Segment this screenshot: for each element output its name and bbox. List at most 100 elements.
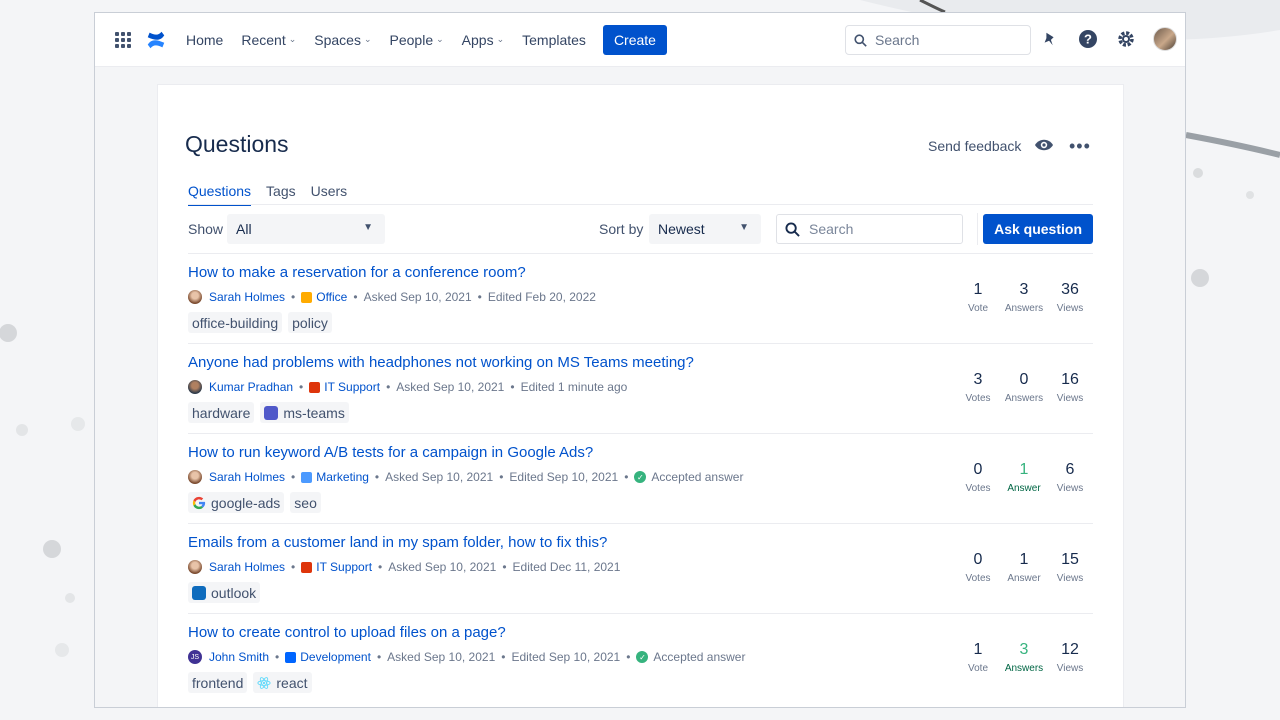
question-meta: Sarah Holmes • Office • Asked Sep 10, 20… — [188, 290, 596, 304]
nav-home[interactable]: Home — [186, 32, 223, 48]
help-icon[interactable]: ? — [1077, 28, 1099, 50]
votes-stat: 3 Votes — [955, 371, 1001, 404]
tab-bar: Questions Tags Users — [188, 183, 347, 206]
google-icon — [192, 496, 206, 509]
tag[interactable]: seo — [290, 492, 321, 513]
question-title-link[interactable]: Emails from a customer land in my spam f… — [188, 534, 607, 551]
space-link[interactable]: Office — [301, 290, 347, 304]
votes-label: Votes — [965, 393, 991, 404]
space-link-label: Office — [316, 290, 348, 304]
nav-people[interactable]: People ⌄ — [390, 32, 444, 48]
answers-label: Answers — [1004, 663, 1044, 674]
nav-templates[interactable]: Templates — [522, 32, 586, 48]
asked-date: Asked Sep 10, 2021 — [387, 650, 496, 664]
questions-list: How to make a reservation for a conferen… — [188, 253, 1093, 703]
question-title-link[interactable]: How to make a reservation for a conferen… — [188, 264, 526, 281]
sort-label: Sort by — [599, 221, 644, 237]
answers-label: Answer — [1007, 573, 1041, 584]
confluence-logo-icon[interactable] — [145, 29, 167, 51]
views-label: Views — [1056, 573, 1084, 584]
space-link-label: IT Support — [324, 380, 381, 394]
question-meta: Sarah Holmes • Marketing • Asked Sep 10,… — [188, 470, 743, 484]
tag[interactable]: google-ads — [188, 492, 285, 513]
question-meta: JS John Smith • Development • Asked Sep … — [188, 650, 745, 664]
settings-icon[interactable] — [1115, 28, 1137, 50]
votes-stat: 1 Vote — [955, 641, 1001, 674]
nav-recent[interactable]: Recent ⌄ — [241, 32, 296, 48]
space-link[interactable]: Marketing — [301, 470, 369, 484]
votes-count: 1 — [973, 641, 983, 658]
tag[interactable]: react — [253, 672, 312, 693]
tag-label: policy — [292, 314, 328, 331]
svg-text:?: ? — [1084, 32, 1092, 47]
tab-tags[interactable]: Tags — [266, 183, 296, 206]
tag-label: frontend — [192, 674, 244, 691]
space-link-label: IT Support — [316, 560, 373, 574]
author-avatar — [188, 560, 202, 574]
answers-count: 3 — [1019, 641, 1029, 658]
author-link[interactable]: Sarah Holmes — [209, 560, 285, 574]
question-stats: 1 Vote 3 Answers 36 Views — [955, 281, 1093, 314]
space-link[interactable]: IT Support — [301, 560, 372, 574]
views-label: Views — [1056, 483, 1084, 494]
tab-questions[interactable]: Questions — [188, 183, 252, 206]
author-link[interactable]: Sarah Holmes — [209, 290, 285, 304]
question-title-link[interactable]: Anyone had problems with headphones not … — [188, 354, 694, 371]
more-actions-icon[interactable]: ••• — [1069, 136, 1091, 157]
answers-count: 3 — [1019, 281, 1029, 298]
question-row: Emails from a customer land in my spam f… — [188, 523, 1093, 613]
sort-select[interactable]: Newest ▼ — [649, 214, 761, 244]
tabs-divider — [188, 204, 1093, 205]
tag-label: ms-teams — [283, 404, 345, 421]
profile-avatar[interactable] — [1153, 27, 1177, 51]
answers-count: 1 — [1019, 551, 1029, 568]
show-select[interactable]: All ▼ — [227, 214, 385, 244]
search-icon — [785, 221, 800, 237]
chevron-down-icon: ⌄ — [496, 34, 505, 44]
edited-date: Edited Sep 10, 2021 — [511, 650, 621, 664]
tag[interactable]: ms-teams — [260, 402, 349, 423]
nav-spaces[interactable]: Spaces ⌄ — [314, 32, 371, 48]
answers-stat: 0 Answers — [1001, 371, 1047, 404]
question-meta: Kumar Pradhan • IT Support • Asked Sep 1… — [188, 380, 627, 394]
chevron-down-icon: ▼ — [739, 222, 749, 233]
check-icon: ✓ — [634, 471, 647, 483]
page-title: Questions — [185, 131, 289, 157]
questions-search-input[interactable]: Search — [776, 214, 963, 244]
top-icons: ? — [1039, 27, 1177, 51]
votes-stat: 0 Votes — [955, 461, 1001, 494]
tag[interactable]: hardware — [188, 402, 255, 423]
question-title-link[interactable]: How to create control to upload files on… — [188, 624, 506, 641]
tag[interactable]: outlook — [188, 582, 261, 603]
app-switcher-icon[interactable] — [115, 31, 131, 48]
question-stats: 0 Votes 1 Answer 15 Views — [955, 551, 1093, 584]
author-link[interactable]: Kumar Pradhan — [209, 380, 293, 394]
tag-label: outlook — [211, 584, 257, 601]
tag-label: hardware — [192, 404, 251, 421]
watch-eye-icon[interactable] — [1034, 136, 1054, 154]
author-link[interactable]: John Smith — [209, 650, 269, 664]
tag[interactable]: policy — [288, 312, 332, 333]
tag[interactable]: office-building — [188, 312, 283, 333]
edited-date: Edited 1 minute ago — [520, 380, 628, 394]
create-button[interactable]: Create — [602, 24, 667, 55]
nav-apps[interactable]: Apps ⌄ — [462, 32, 504, 48]
author-link[interactable]: Sarah Holmes — [209, 470, 285, 484]
app-window: Home Recent ⌄ Spaces ⌄ People ⌄ Apps ⌄ Templ… — [94, 12, 1186, 708]
accepted-answer-badge: ✓ Accepted answer — [634, 470, 743, 484]
global-search-input[interactable]: Search — [845, 25, 1031, 55]
tag[interactable]: frontend — [188, 672, 248, 693]
it-support-space-icon — [301, 561, 313, 573]
asked-date: Asked Sep 10, 2021 — [385, 470, 494, 484]
ask-question-button[interactable]: Ask question — [983, 214, 1093, 244]
author-avatar — [188, 290, 202, 304]
views-count: 36 — [1061, 281, 1079, 298]
space-link[interactable]: Development — [285, 650, 371, 664]
views-stat: 16 Views — [1047, 371, 1093, 404]
tag-list: outlook — [188, 582, 261, 603]
notifications-icon[interactable] — [1039, 28, 1061, 50]
send-feedback-link[interactable]: Send feedback — [928, 138, 1021, 154]
space-link[interactable]: IT Support — [309, 380, 380, 394]
tab-users[interactable]: Users — [311, 183, 348, 206]
question-title-link[interactable]: How to run keyword A/B tests for a campa… — [188, 444, 593, 461]
